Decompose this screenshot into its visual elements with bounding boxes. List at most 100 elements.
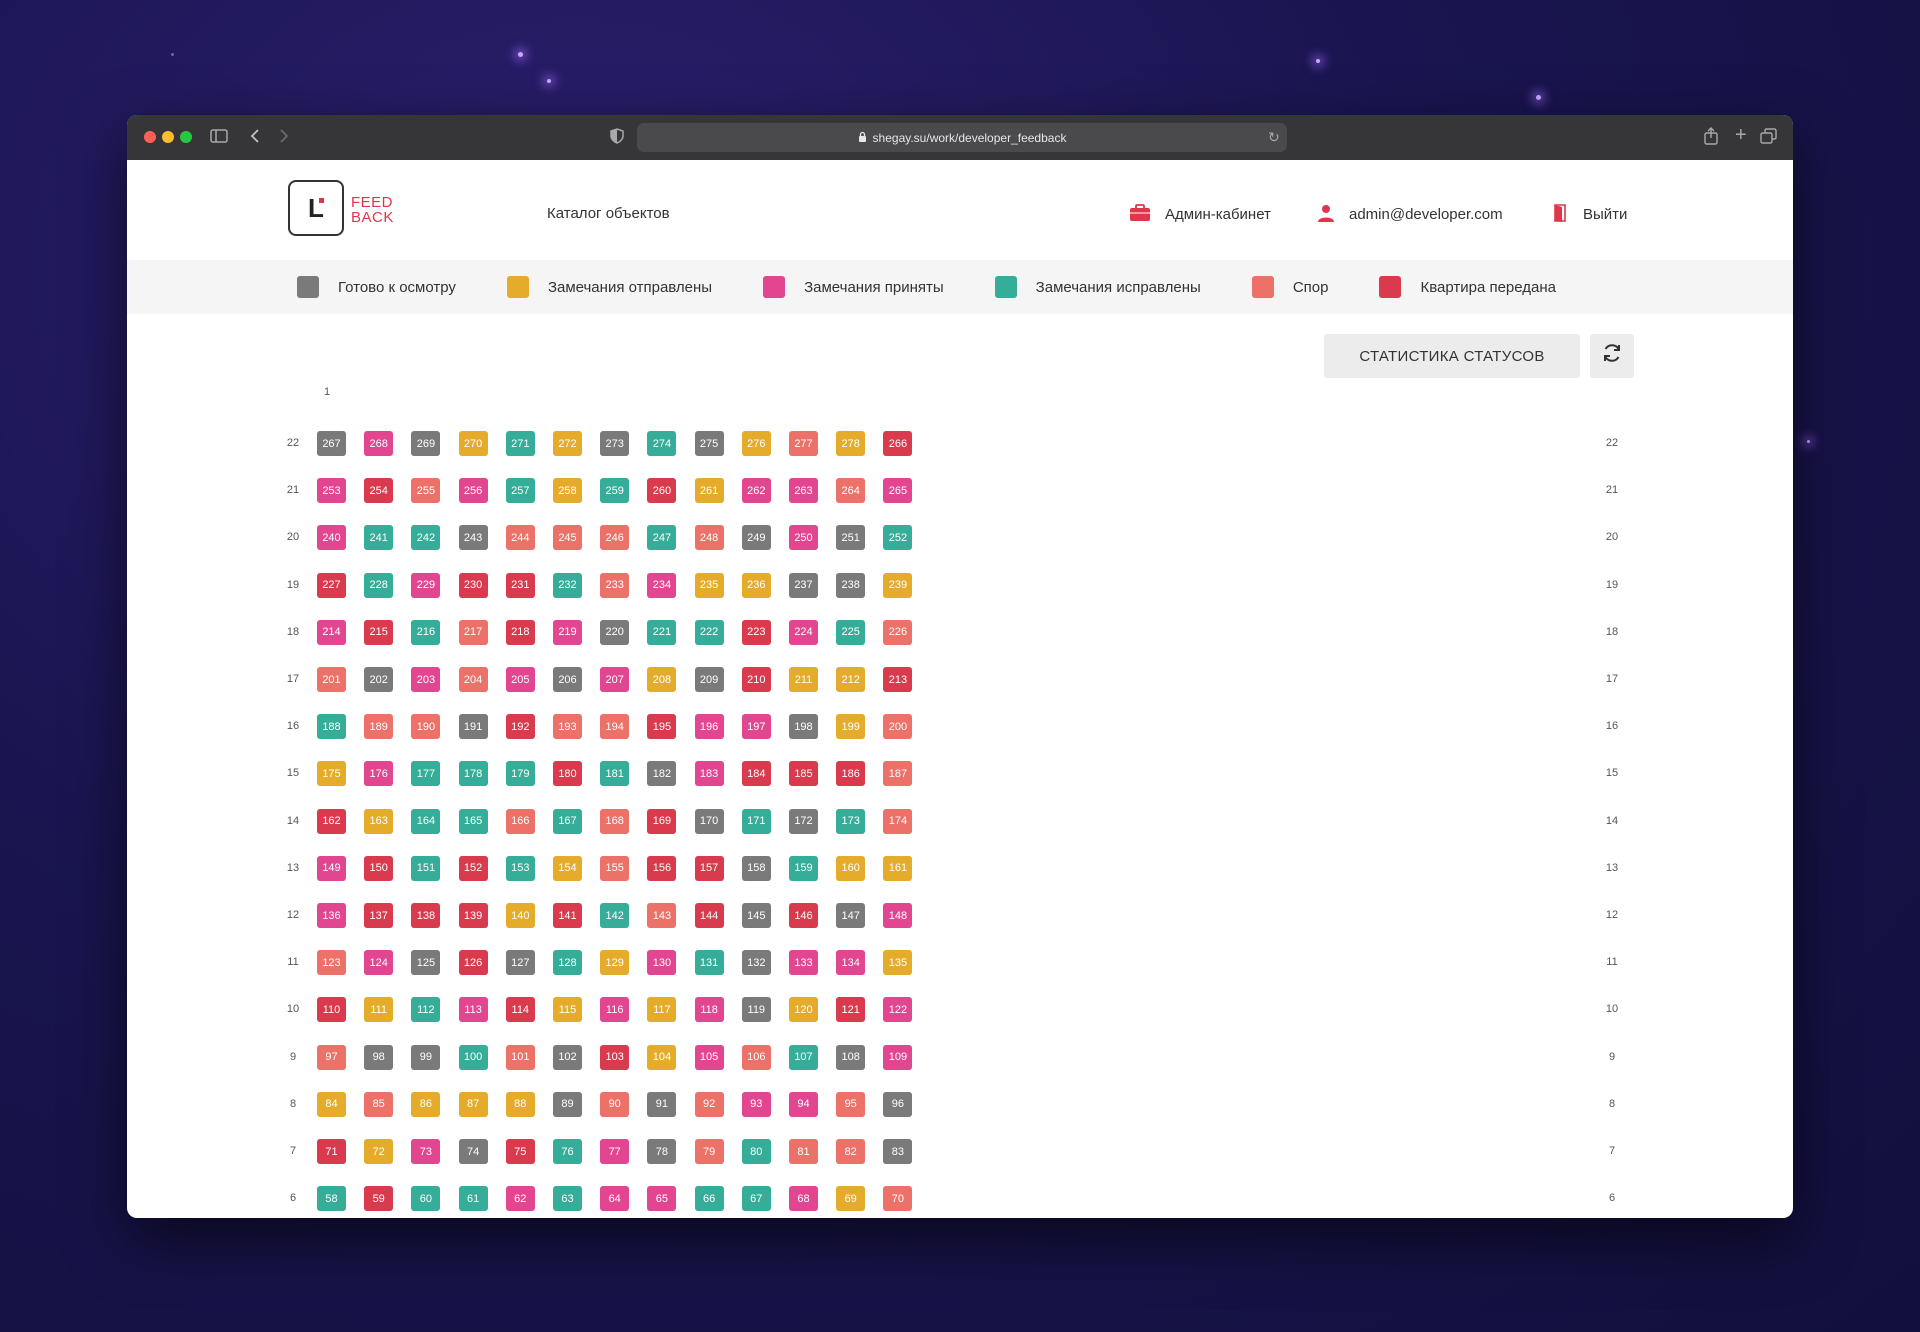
maximize-window-dot[interactable]: [180, 131, 192, 143]
apartment-cell[interactable]: 67: [741, 1186, 771, 1212]
apartment-cell[interactable]: 206: [553, 667, 582, 692]
apartment-cell[interactable]: 185: [789, 761, 818, 787]
apartment-cell[interactable]: 93: [741, 1091, 771, 1117]
apartment-cell[interactable]: 88: [505, 1091, 535, 1117]
apartment-cell[interactable]: 234: [647, 572, 677, 598]
apartment-cell[interactable]: 188: [317, 714, 346, 740]
apartment-cell[interactable]: 250: [789, 525, 818, 551]
apartment-cell[interactable]: 253: [317, 478, 346, 504]
apartment-cell[interactable]: 159: [789, 855, 818, 881]
apartment-cell[interactable]: 198: [789, 714, 818, 740]
apartment-cell[interactable]: 99: [411, 1044, 441, 1070]
apartment-cell[interactable]: 218: [505, 619, 535, 645]
apartment-cell[interactable]: 194: [600, 714, 630, 740]
apartment-cell[interactable]: 96: [883, 1091, 913, 1117]
apartment-cell[interactable]: 240: [317, 525, 346, 551]
apartment-cell[interactable]: 216: [411, 619, 441, 645]
sidebar-icon[interactable]: [210, 128, 228, 147]
logo[interactable]: L: [288, 180, 344, 236]
apartment-cell[interactable]: 200: [883, 714, 913, 740]
apartment-cell[interactable]: 94: [789, 1091, 818, 1117]
apartment-cell[interactable]: 175: [317, 761, 346, 787]
apartment-cell[interactable]: 137: [364, 903, 394, 928]
apartment-cell[interactable]: 203: [411, 667, 441, 692]
apartment-cell[interactable]: 251: [836, 525, 866, 551]
apartment-cell[interactable]: 252: [883, 525, 913, 551]
apartment-cell[interactable]: 87: [458, 1091, 488, 1117]
apartment-cell[interactable]: 118: [694, 997, 724, 1023]
apartment-cell[interactable]: 227: [317, 572, 346, 598]
apartment-cell[interactable]: 153: [505, 855, 535, 881]
apartment-cell[interactable]: 260: [647, 478, 677, 504]
apartment-cell[interactable]: 238: [836, 572, 866, 598]
apartment-cell[interactable]: 156: [647, 855, 677, 881]
apartment-cell[interactable]: 230: [458, 572, 488, 598]
apartment-cell[interactable]: 193: [553, 714, 582, 740]
apartment-cell[interactable]: 105: [694, 1044, 724, 1070]
apartment-cell[interactable]: 85: [364, 1091, 394, 1117]
apartment-cell[interactable]: 134: [836, 950, 866, 976]
apartment-cell[interactable]: 80: [741, 1139, 771, 1164]
apartment-cell[interactable]: 213: [883, 667, 913, 692]
apartment-cell[interactable]: 130: [647, 950, 677, 976]
apartment-cell[interactable]: 181: [600, 761, 630, 787]
apartment-cell[interactable]: 125: [411, 950, 441, 976]
apartment-cell[interactable]: 81: [789, 1139, 818, 1164]
apartment-cell[interactable]: 207: [600, 667, 630, 692]
share-icon[interactable]: [1704, 127, 1718, 148]
apartment-cell[interactable]: 157: [694, 855, 724, 881]
apartment-cell[interactable]: 278: [836, 431, 866, 456]
apartment-cell[interactable]: 197: [741, 714, 771, 740]
apartment-cell[interactable]: 121: [836, 997, 866, 1023]
apartment-cell[interactable]: 191: [458, 714, 488, 740]
apartment-cell[interactable]: 78: [647, 1139, 677, 1164]
apartment-cell[interactable]: 76: [553, 1139, 582, 1164]
apartment-cell[interactable]: 205: [505, 667, 535, 692]
apartment-cell[interactable]: 179: [505, 761, 535, 787]
apartment-cell[interactable]: 245: [553, 525, 582, 551]
apartment-cell[interactable]: 100: [458, 1044, 488, 1070]
apartment-cell[interactable]: 228: [364, 572, 394, 598]
apartment-cell[interactable]: 122: [883, 997, 913, 1023]
apartment-cell[interactable]: 276: [741, 431, 771, 456]
apartment-cell[interactable]: 154: [553, 855, 582, 881]
apartment-cell[interactable]: 66: [694, 1186, 724, 1212]
apartment-cell[interactable]: 148: [883, 903, 913, 928]
apartment-cell[interactable]: 72: [364, 1139, 394, 1164]
apartment-cell[interactable]: 171: [741, 808, 771, 834]
apartment-cell[interactable]: 232: [553, 572, 582, 598]
apartment-cell[interactable]: 271: [505, 431, 535, 456]
apartment-cell[interactable]: 241: [364, 525, 394, 551]
apartment-cell[interactable]: 112: [411, 997, 441, 1023]
apartment-cell[interactable]: 195: [647, 714, 677, 740]
apartment-cell[interactable]: 272: [553, 431, 582, 456]
apartment-cell[interactable]: 220: [600, 619, 630, 645]
apartment-cell[interactable]: 201: [317, 667, 346, 692]
apartment-cell[interactable]: 135: [883, 950, 913, 976]
apartment-cell[interactable]: 91: [647, 1091, 677, 1117]
apartment-cell[interactable]: 202: [364, 667, 394, 692]
apartment-cell[interactable]: 92: [694, 1091, 724, 1117]
apartment-cell[interactable]: 79: [694, 1139, 724, 1164]
apartment-cell[interactable]: 102: [553, 1044, 582, 1070]
apartment-cell[interactable]: 132: [741, 950, 771, 976]
apartment-cell[interactable]: 168: [600, 808, 630, 834]
apartment-cell[interactable]: 176: [364, 761, 394, 787]
apartment-cell[interactable]: 190: [411, 714, 441, 740]
apartment-cell[interactable]: 147: [836, 903, 866, 928]
apartment-cell[interactable]: 187: [883, 761, 913, 787]
address-bar[interactable]: shegay.su/work/developer_feedback: [637, 123, 1287, 152]
apartment-cell[interactable]: 210: [741, 667, 771, 692]
apartment-cell[interactable]: 172: [789, 808, 818, 834]
status-statistics-button[interactable]: СТАТИСТИКА СТАТУСОВ: [1324, 334, 1580, 378]
apartment-cell[interactable]: 71: [317, 1139, 346, 1164]
apartment-cell[interactable]: 275: [694, 431, 724, 456]
apartment-cell[interactable]: 161: [883, 855, 913, 881]
apartment-cell[interactable]: 98: [364, 1044, 394, 1070]
admin-cabinet-link[interactable]: Админ-кабинет: [1129, 204, 1271, 225]
apartment-cell[interactable]: 158: [741, 855, 771, 881]
apartment-cell[interactable]: 110: [317, 997, 346, 1023]
apartment-cell[interactable]: 277: [789, 431, 818, 456]
apartment-cell[interactable]: 64: [600, 1186, 630, 1212]
apartment-cell[interactable]: 170: [694, 808, 724, 834]
